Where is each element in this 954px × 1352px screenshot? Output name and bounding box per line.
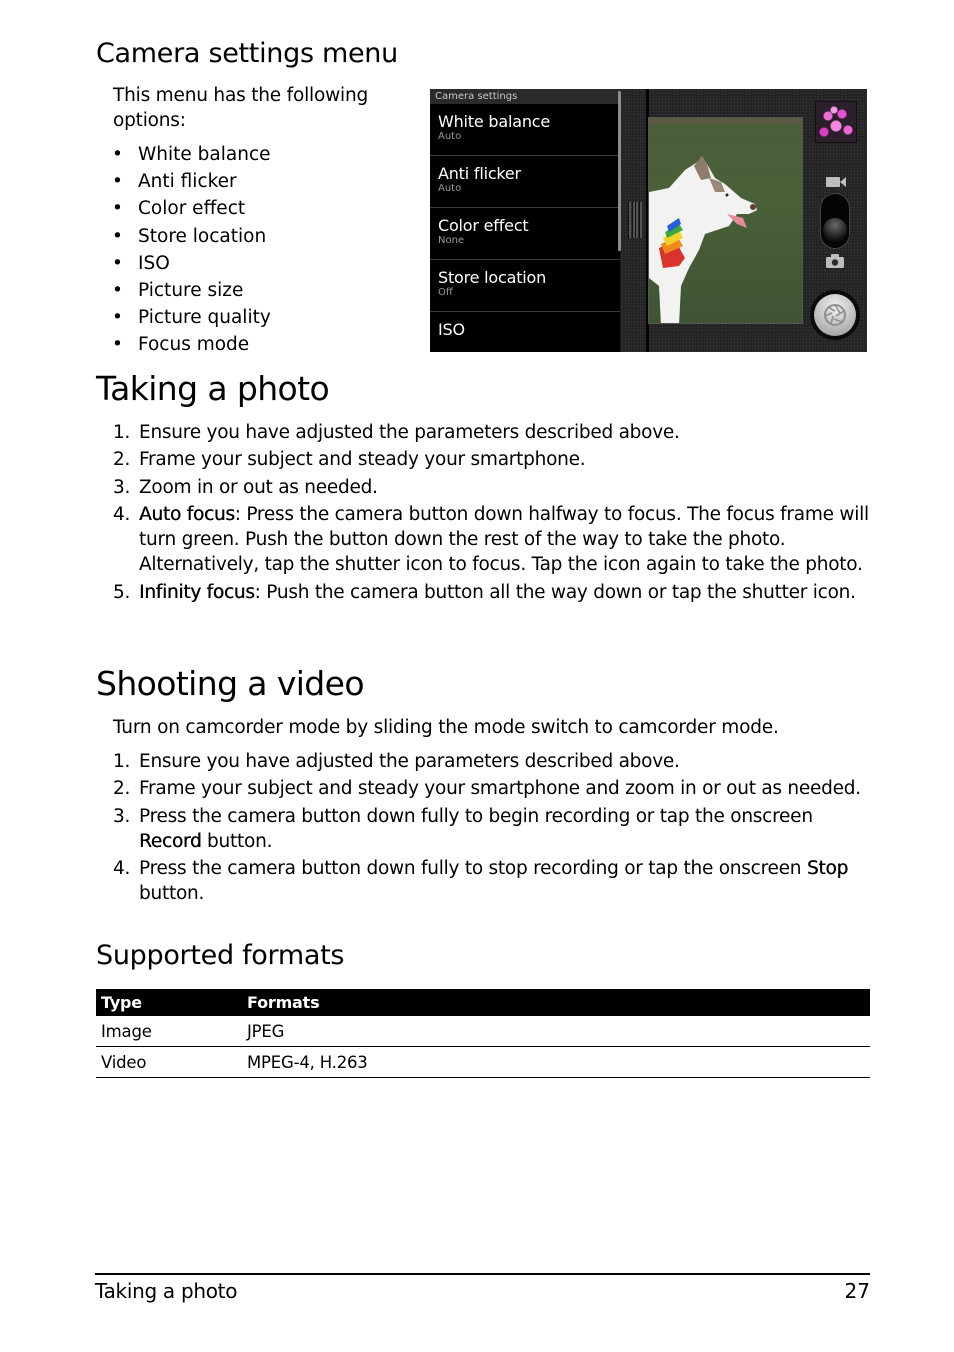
column-header-formats: Formats xyxy=(242,989,870,1016)
shutter-aperture-icon xyxy=(824,304,846,326)
table-header-row: Type Formats xyxy=(96,989,870,1016)
list-item: • ISO xyxy=(112,252,170,274)
menu-item-store-location[interactable]: Store location Off xyxy=(430,260,620,312)
term-auto-focus: Auto focus xyxy=(139,504,235,526)
supported-formats-heading: Supported formats xyxy=(96,940,345,971)
column-header-type: Type xyxy=(96,989,242,1016)
shutter-button[interactable] xyxy=(810,290,860,340)
footer-divider xyxy=(95,1273,870,1275)
list-item: • White balance xyxy=(112,144,271,165)
menu-item-iso[interactable]: ISO xyxy=(430,312,620,352)
gallery-thumbnail[interactable] xyxy=(815,101,857,143)
footer-section-title: Taking a photo xyxy=(95,1279,238,1303)
list-item: • Store location xyxy=(112,225,267,247)
camera-settings-menu: Camera settings White balance Auto Anti … xyxy=(430,89,621,352)
camera-settings-intro: This menu has the following options: xyxy=(113,85,369,131)
cell-formats: MPEG-4, H.263 xyxy=(242,1046,870,1078)
menu-item-color-effect[interactable]: Color effect None xyxy=(430,208,620,260)
taking-photo-heading: Taking a photo xyxy=(96,369,330,408)
list-item: • Picture quality xyxy=(112,307,271,329)
menu-title: Camera settings xyxy=(430,89,620,104)
taking-photo-steps: 1. Ensure you have adjusted the parameter… xyxy=(113,420,873,607)
list-item: • Picture size xyxy=(112,279,244,301)
cell-type: Image xyxy=(96,1016,242,1047)
camera-options-list: • White balance • Anti flicker • Color effe… xyxy=(112,142,271,360)
menu-item-white-balance[interactable]: White balance Auto xyxy=(430,104,620,156)
video-camera-icon[interactable] xyxy=(826,176,846,188)
cell-formats: JPEG xyxy=(242,1016,870,1047)
list-item: 5. Infinity focus: Push the camera button… xyxy=(113,581,856,603)
shooting-video-heading: Shooting a video xyxy=(96,664,365,703)
list-item: 1. Ensure you have adjusted the parameter… xyxy=(113,751,680,772)
shooting-video-intro: Turn on camcorder mode by sliding the mo… xyxy=(113,717,779,738)
page-number: 27 xyxy=(844,1279,870,1303)
list-item: 1. Ensure you have adjusted the parameter… xyxy=(113,422,680,443)
list-item: 3. Zoom in or out as needed. xyxy=(113,476,378,498)
term-record: Record xyxy=(139,830,202,852)
table-row: Video MPEG-4, H.263 xyxy=(96,1046,870,1078)
list-item: 2. Frame your subject and steady your sma… xyxy=(113,778,861,800)
list-item: • Anti flicker xyxy=(112,171,237,193)
drag-handle-icon[interactable] xyxy=(628,202,642,238)
cell-type: Video xyxy=(96,1046,242,1078)
dog-photo xyxy=(649,118,802,323)
list-item: 3. Press the camera button down fully to … xyxy=(113,805,813,852)
list-item: • Focus mode xyxy=(112,334,250,356)
camera-app-screenshot: Camera settings White balance Auto Anti … xyxy=(430,89,867,352)
term-infinity-focus: Infinity focus xyxy=(139,581,255,603)
shooting-video-steps: 1. Ensure you have adjusted the parameter… xyxy=(113,749,873,909)
list-item: 4. Press the camera button down fully to … xyxy=(113,858,848,905)
menu-item-anti-flicker[interactable]: Anti flicker Auto xyxy=(430,156,620,208)
camera-icon[interactable] xyxy=(826,254,844,268)
term-stop: Stop xyxy=(806,858,848,880)
list-item: 4. Auto focus: Press the camera button do… xyxy=(113,504,869,576)
mode-switch[interactable] xyxy=(820,193,850,249)
table-row: Image JPEG xyxy=(96,1016,870,1047)
camera-settings-heading: Camera settings menu xyxy=(96,38,398,69)
formats-table: Type Formats Image JPEG Video MPEG-4, H.… xyxy=(96,989,870,1078)
list-item: 2. Frame your subject and steady your sma… xyxy=(113,449,586,471)
list-item: • Color effect xyxy=(112,198,246,220)
viewfinder-preview[interactable] xyxy=(648,117,803,324)
mode-switch-knob[interactable] xyxy=(823,218,847,242)
